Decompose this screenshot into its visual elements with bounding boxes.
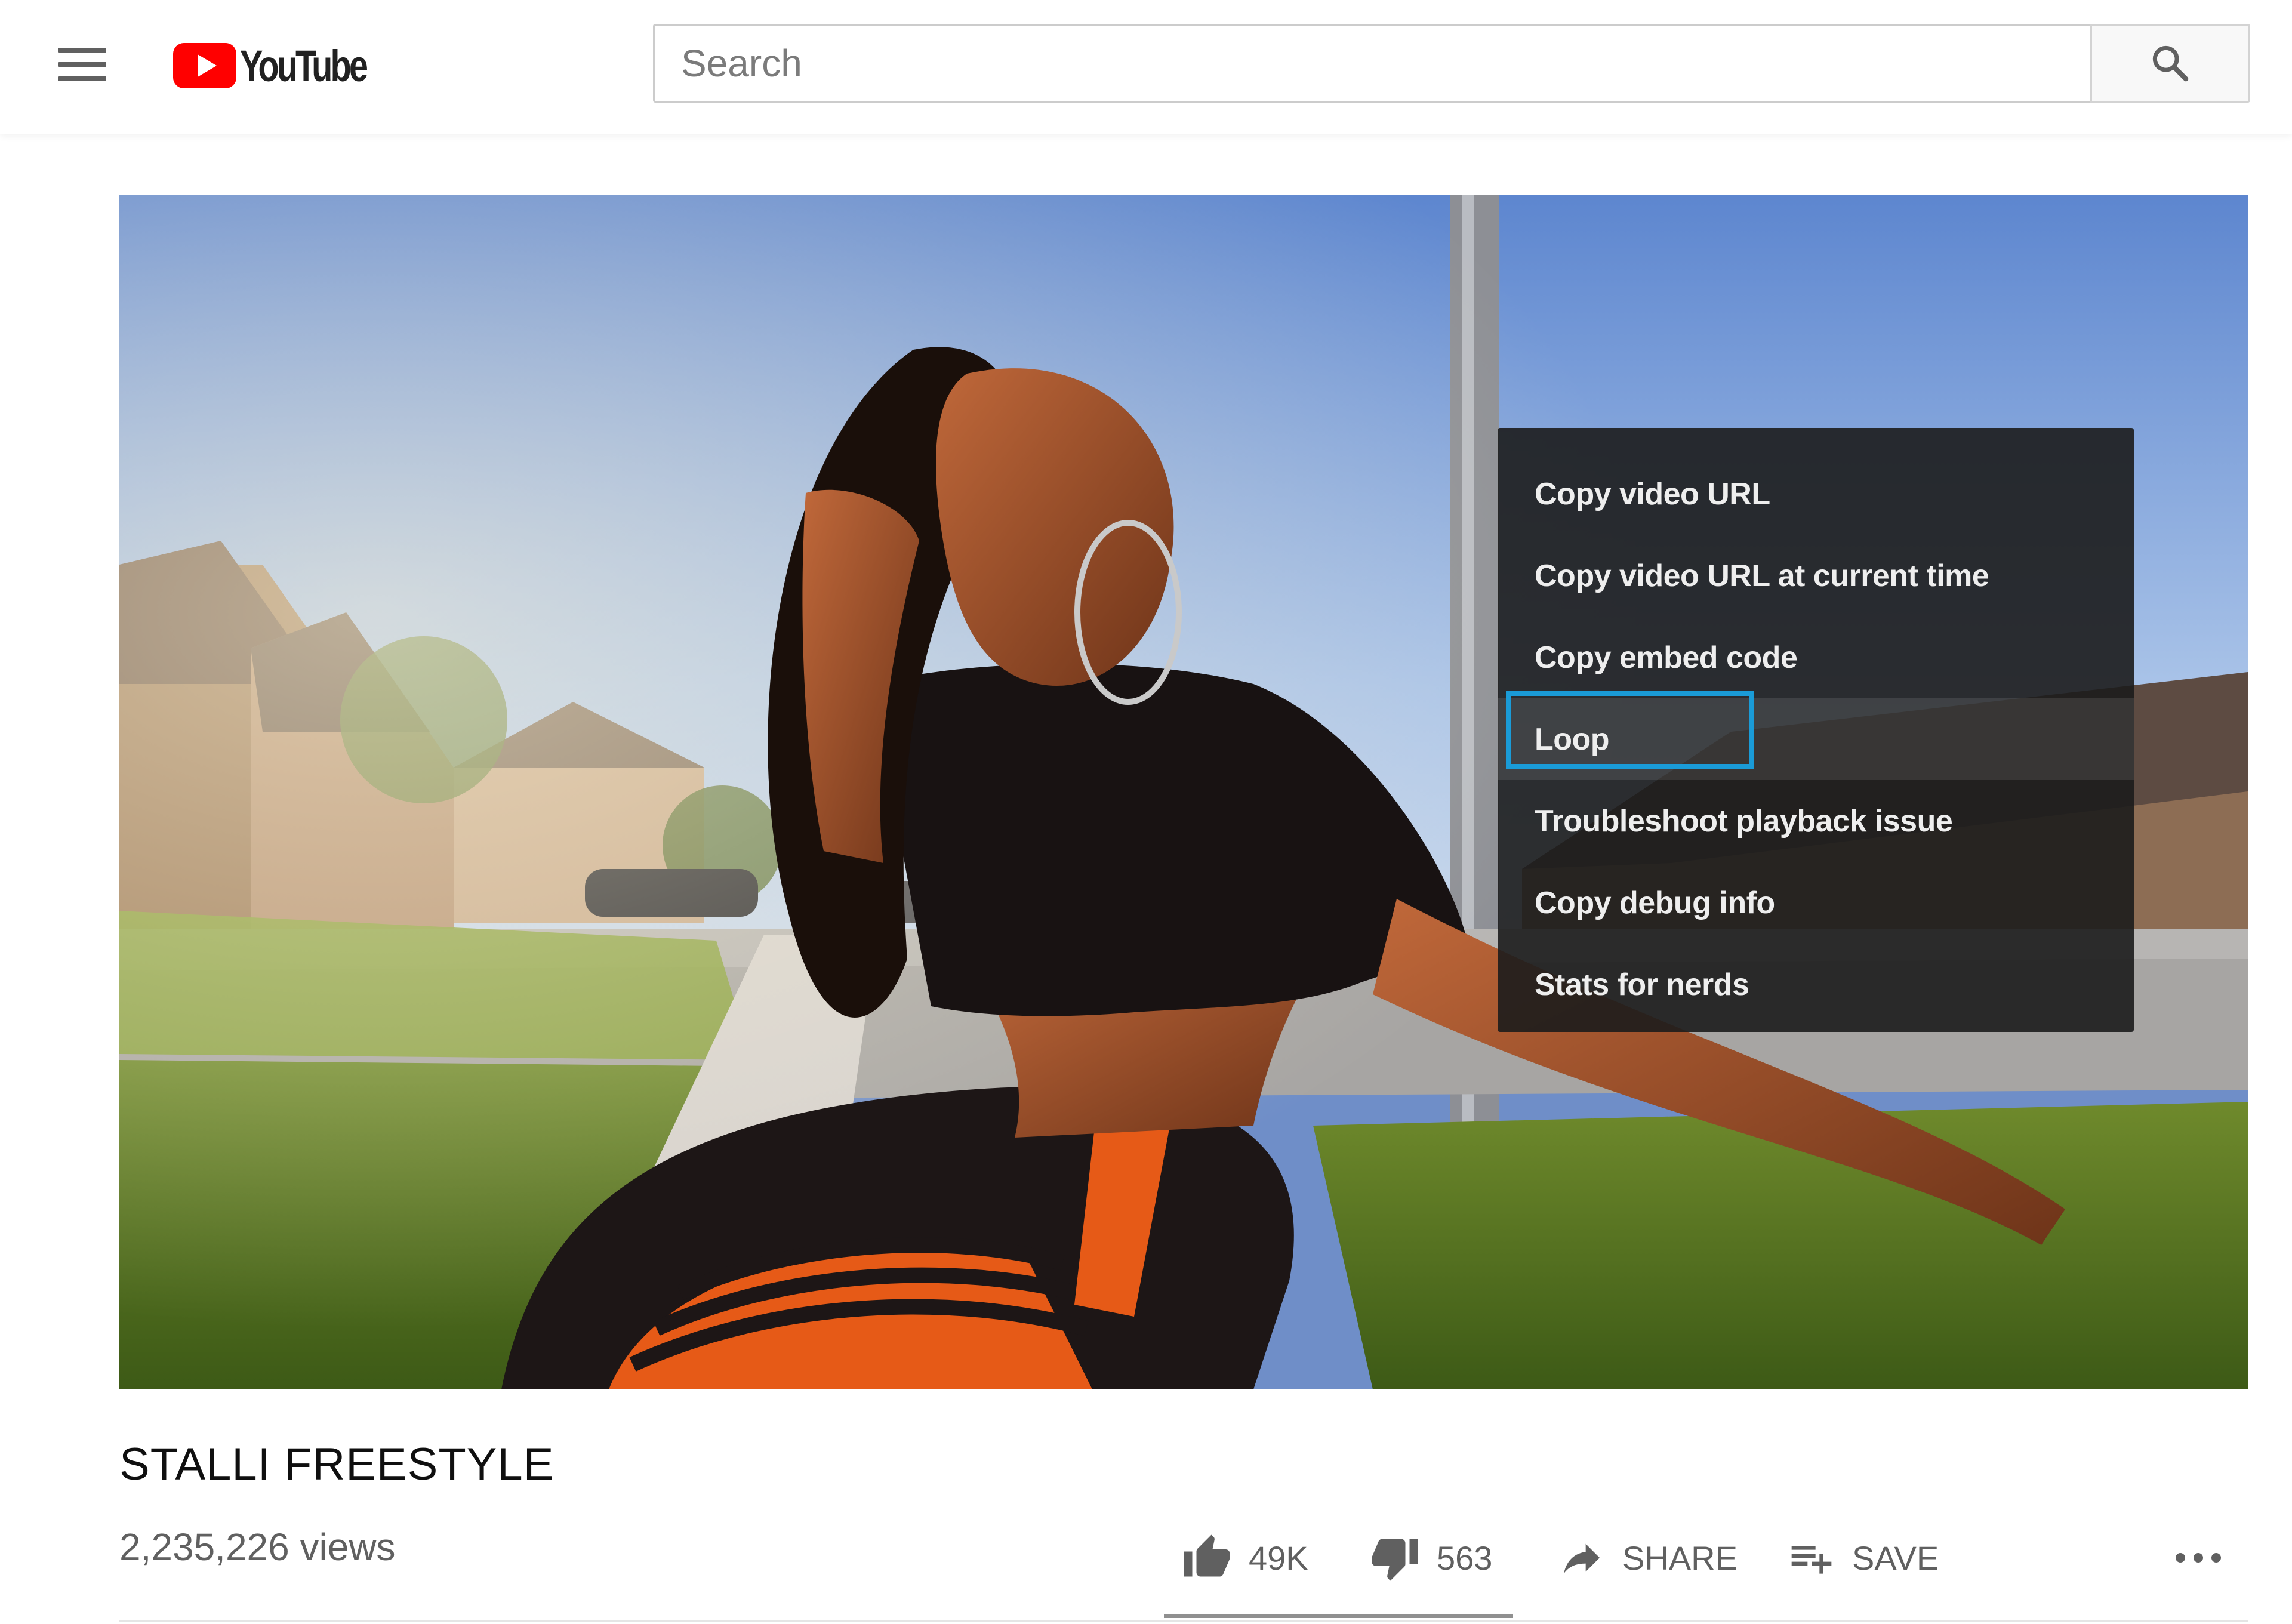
menu-item-stats-for-nerds[interactable]: Stats for nerds	[1498, 944, 2134, 1025]
menu-item-copy-video-url-at-current-time[interactable]: Copy video URL at current time	[1498, 535, 2134, 617]
dislike-count: 563	[1437, 1539, 1493, 1577]
menu-item-troubleshoot-playback-issue[interactable]: Troubleshoot playback issue	[1498, 780, 2134, 862]
menu-item-loop[interactable]: Loop	[1498, 698, 2134, 780]
dislike-button[interactable]: 563	[1370, 1528, 1492, 1588]
share-arrow-icon	[1564, 1543, 1600, 1574]
like-ratio-bar	[1164, 1614, 1513, 1618]
search-bar	[653, 24, 2250, 103]
share-label: SHARE	[1622, 1539, 1738, 1577]
save-label: SAVE	[1852, 1539, 1939, 1577]
logo-wordmark: YouTube	[240, 41, 368, 91]
search-icon	[2152, 45, 2189, 82]
masthead: YouTube	[0, 0, 2292, 134]
playlist-add-icon	[1791, 1546, 1832, 1574]
search-button[interactable]	[2090, 24, 2250, 103]
menu-item-copy-embed-code[interactable]: Copy embed code	[1498, 617, 2134, 698]
share-button[interactable]: SHARE	[1558, 1528, 1738, 1588]
youtube-play-logo-icon	[173, 43, 236, 88]
more-horizontal-icon	[2176, 1553, 2221, 1563]
menu-item-copy-video-url[interactable]: Copy video URL	[1498, 453, 2134, 535]
like-button[interactable]: 49K	[1182, 1528, 1308, 1588]
thumbs-down-icon	[1372, 1539, 1418, 1581]
more-actions-button[interactable]	[2171, 1528, 2225, 1588]
video-title: STALLI FREESTYLE	[119, 1439, 554, 1490]
youtube-logo[interactable]: YouTube	[173, 41, 402, 91]
save-button[interactable]: SAVE	[1788, 1528, 1939, 1588]
player-context-menu: Copy video URL Copy video URL at current…	[1498, 428, 2134, 1032]
video-actions: 49K 563 SHARE SAVE	[0, 1528, 2292, 1588]
hamburger-menu-icon[interactable]	[58, 48, 106, 81]
menu-item-copy-debug-info[interactable]: Copy debug info	[1498, 862, 2134, 944]
like-count: 49K	[1249, 1539, 1308, 1577]
search-input[interactable]	[653, 24, 2090, 103]
divider	[119, 1620, 2248, 1622]
thumbs-up-icon	[1184, 1534, 1230, 1577]
